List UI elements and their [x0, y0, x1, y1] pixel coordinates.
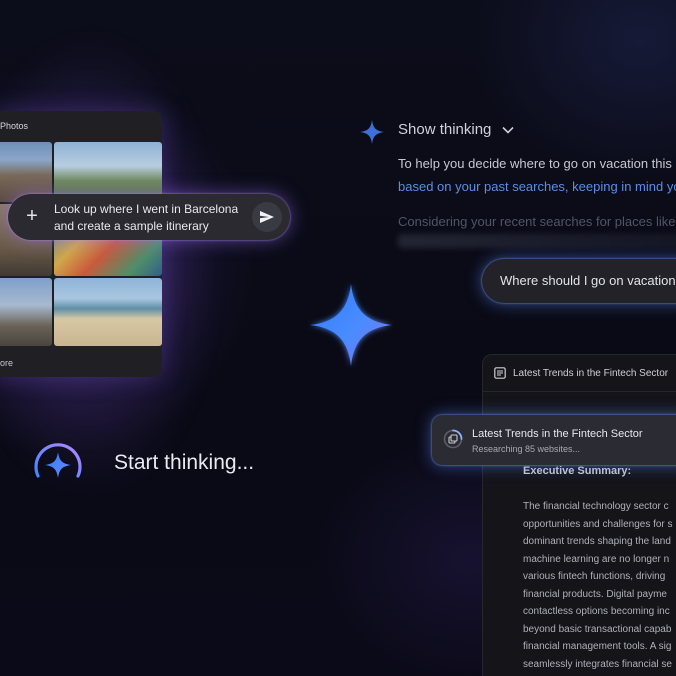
document-line: financial products. Digital payme [523, 589, 667, 600]
prompt-line-2: and create a sample itinerary [54, 219, 209, 233]
thinking-text-line-faded: Considering your recent searches for pla… [398, 214, 676, 229]
document-line: machine learning are no longer n [523, 554, 670, 565]
query-pill-text: Where should I go on vacation th [500, 273, 676, 288]
gemini-star-icon [310, 284, 392, 366]
chevron-down-icon [502, 126, 514, 134]
document-line: financial management tools. A sig [523, 641, 672, 652]
prompt-line-1: Look up where I went in Barcelona [54, 202, 239, 216]
document-line: The financial technology sector c [523, 501, 669, 512]
photos-panel-title: Photos [0, 121, 29, 131]
research-document-card: Latest Trends in the Fintech Sector Exec… [482, 354, 676, 676]
research-status-text: Researching 85 websites... [472, 444, 581, 454]
document-title: Latest Trends in the Fintech Sector [513, 368, 669, 379]
start-thinking-label: Start thinking... [114, 451, 255, 474]
research-status-chip[interactable]: Latest Trends in the Fintech Sector Rese… [432, 415, 676, 465]
show-thinking-label: Show thinking [398, 121, 492, 138]
photo-thumbnail[interactable] [0, 278, 52, 346]
prompt-input-pill[interactable]: + Look up where I went in Barcelona and … [8, 194, 290, 240]
photos-more-link[interactable]: ore [0, 358, 13, 368]
document-line: seamlessly integrates financial se [523, 659, 672, 670]
query-pill[interactable]: Where should I go on vacation th [482, 259, 676, 303]
research-title: Latest Trends in the Fintech Sector [472, 428, 643, 440]
stage: Photos ore + Look up where I went in Bar… [0, 0, 676, 676]
thinking-text-line-highlight: based on your past searches, keeping in … [398, 179, 676, 194]
photos-panel: Photos ore [0, 111, 162, 377]
document-heading: Executive Summary: [523, 465, 632, 477]
research-progress-icon [443, 429, 463, 449]
thinking-spinner-icon [34, 443, 82, 478]
gemini-small-star-icon [360, 120, 384, 144]
thinking-text-line: To help you decide where to go on vacati… [398, 156, 672, 171]
send-button[interactable] [252, 202, 282, 232]
thinking-text-blurred [398, 234, 676, 248]
document-line: contactless options becoming inc [523, 606, 670, 617]
document-line: dominant trends shaping the land [523, 536, 671, 547]
prompt-text: Look up where I went in Barcelona and cr… [54, 201, 254, 235]
photo-thumbnail[interactable] [54, 278, 162, 346]
document-line: beyond basic transactional capab [523, 624, 672, 635]
document-icon [494, 367, 506, 379]
photo-thumbnail[interactable] [54, 142, 162, 202]
show-thinking-toggle[interactable]: Show thinking [398, 121, 514, 138]
send-icon [260, 211, 274, 223]
photo-thumbnail[interactable] [0, 142, 52, 202]
document-line: various fintech functions, driving [523, 571, 666, 582]
document-line: opportunities and challenges for s [523, 519, 673, 530]
plus-icon[interactable]: + [21, 205, 43, 227]
document-header: Latest Trends in the Fintech Sector [483, 355, 676, 392]
